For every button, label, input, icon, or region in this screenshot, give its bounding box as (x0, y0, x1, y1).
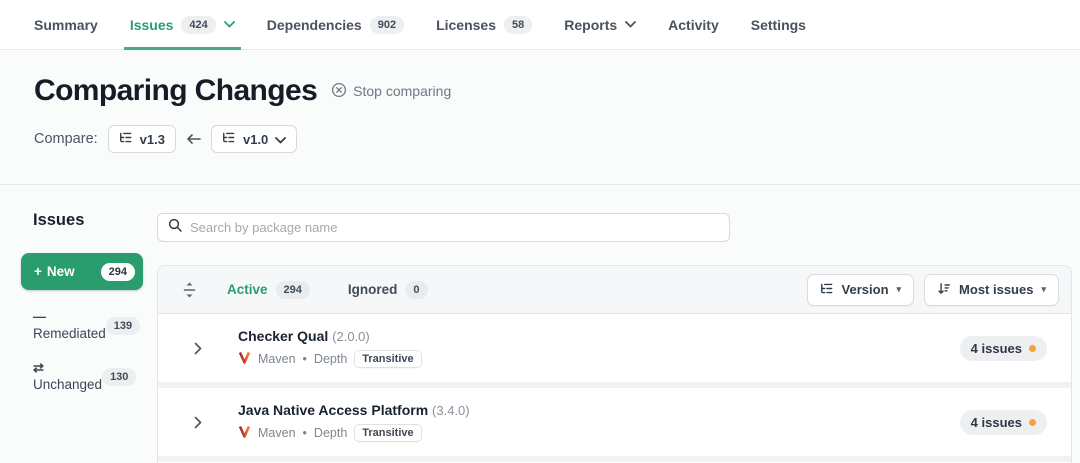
issues-count-badge: 424 (181, 16, 215, 34)
tab-activity[interactable]: Activity (668, 0, 719, 50)
caret-down-icon: ▾ (1041, 285, 1046, 294)
tab-issues[interactable]: Issues 424 (130, 0, 235, 50)
filter-remediated-label: Remediated (33, 326, 106, 341)
tab-ignored-count: 0 (405, 281, 427, 299)
chevron-down-icon (275, 132, 286, 147)
package-row[interactable]: Checker Qual (2.0.0) Maven • Depth Trans… (158, 314, 1071, 382)
warning-dot-icon (1029, 419, 1036, 426)
sort-descending-icon (937, 282, 951, 298)
tab-licenses[interactable]: Licenses 58 (436, 0, 532, 50)
package-name: Checker Qual (238, 328, 328, 344)
stop-comparing-button[interactable]: Stop comparing (331, 82, 451, 101)
sidebar-title: Issues (33, 211, 143, 230)
list-tree-icon (820, 282, 834, 298)
chevron-right-icon[interactable] (158, 416, 238, 429)
tab-active-label: Active (227, 282, 268, 297)
chevron-down-icon (625, 21, 636, 28)
compare-from-version-label: v1.3 (140, 132, 165, 147)
stop-comparing-label: Stop comparing (353, 83, 451, 99)
filter-new-button[interactable]: + New 294 (21, 253, 143, 290)
depth-label: Depth (314, 352, 347, 366)
tab-ignored-label: Ignored (348, 282, 398, 297)
swap-arrows-icon: ⇄ (33, 361, 102, 375)
meta-dot: • (303, 352, 307, 366)
tab-activity-label: Activity (668, 17, 719, 33)
chevron-down-icon (224, 21, 235, 28)
issues-count-pill[interactable]: 4 issues (960, 410, 1047, 435)
filter-unchanged-label: Unchanged (33, 377, 102, 392)
sort-dropdown[interactable]: Most issues ▾ (924, 274, 1059, 306)
tab-active-count: 294 (276, 281, 310, 299)
list-tree-icon (222, 131, 236, 147)
page-title: Comparing Changes (34, 74, 317, 108)
issues-panel: Active 294 Ignored 0 Version ▾ (157, 265, 1072, 463)
depth-label: Depth (314, 426, 347, 440)
tab-settings[interactable]: Settings (751, 0, 806, 50)
tab-active-issues[interactable]: Active 294 (227, 281, 310, 299)
depth-badge: Transitive (354, 424, 421, 442)
package-name: Java Native Access Platform (238, 402, 428, 418)
minus-icon: — (33, 310, 106, 324)
compare-to-version-label: v1.0 (243, 132, 268, 147)
package-search (157, 213, 730, 242)
tab-dependencies[interactable]: Dependencies 902 (267, 0, 404, 50)
version-dropdown[interactable]: Version ▾ (807, 274, 915, 306)
package-version: (2.0.0) (332, 329, 370, 344)
search-icon (168, 218, 182, 237)
issues-count-pill[interactable]: 4 issues (960, 336, 1047, 361)
version-dropdown-label: Version (842, 282, 889, 297)
package-version: (3.4.0) (432, 403, 470, 418)
tab-dependencies-label: Dependencies (267, 17, 362, 33)
compare-to-version-button[interactable]: v1.0 (211, 125, 297, 153)
plus-icon: + (34, 264, 42, 279)
filter-new-label: New (47, 264, 75, 279)
depth-badge: Transitive (354, 350, 421, 368)
chevron-right-icon[interactable] (158, 342, 238, 355)
search-input[interactable] (190, 220, 719, 235)
tab-settings-label: Settings (751, 17, 806, 33)
meta-dot: • (303, 426, 307, 440)
filter-remediated[interactable]: — Remediated 139 (33, 310, 129, 341)
tab-licenses-label: Licenses (436, 17, 496, 33)
package-ecosystem: Maven (258, 352, 296, 366)
compare-label: Compare: (34, 131, 98, 147)
filter-unchanged-count: 130 (102, 368, 136, 386)
issues-panel-header: Active 294 Ignored 0 Version ▾ (158, 266, 1071, 314)
tab-reports[interactable]: Reports (564, 0, 636, 50)
arrow-left-icon (186, 133, 201, 145)
tab-summary-label: Summary (34, 17, 98, 33)
maven-icon (238, 351, 251, 367)
issues-count-text: 4 issues (971, 415, 1022, 430)
filter-unchanged[interactable]: ⇄ Unchanged 130 (33, 361, 129, 392)
package-ecosystem: Maven (258, 426, 296, 440)
sort-dropdown-label: Most issues (959, 282, 1033, 297)
filter-remediated-count: 139 (106, 317, 140, 335)
dependencies-count-badge: 902 (370, 16, 404, 34)
tab-ignored-issues[interactable]: Ignored 0 (348, 281, 428, 299)
tab-issues-label: Issues (130, 17, 174, 33)
filter-new-count: 294 (101, 263, 135, 281)
maven-icon (238, 425, 251, 441)
list-tree-icon (119, 131, 133, 147)
circled-x-icon (331, 82, 347, 101)
licenses-count-badge: 58 (504, 16, 532, 34)
page-header: Comparing Changes Stop comparing Compare… (0, 50, 1080, 185)
caret-down-icon: ▾ (897, 285, 902, 294)
issues-count-text: 4 issues (971, 341, 1022, 356)
compare-from-version-button[interactable]: v1.3 (108, 125, 176, 153)
package-row[interactable]: Java Native Access Platform (3.4.0) Mave… (158, 388, 1071, 456)
tab-reports-label: Reports (564, 17, 617, 33)
unfold-vertical-icon[interactable] (182, 281, 197, 299)
tab-summary[interactable]: Summary (34, 0, 98, 50)
top-nav: Summary Issues 424 Dependencies 902 Lice… (0, 0, 1080, 50)
issues-sidebar: Issues + New 294 — Remediated 139 ⇄ Unch… (21, 185, 143, 392)
warning-dot-icon (1029, 345, 1036, 352)
